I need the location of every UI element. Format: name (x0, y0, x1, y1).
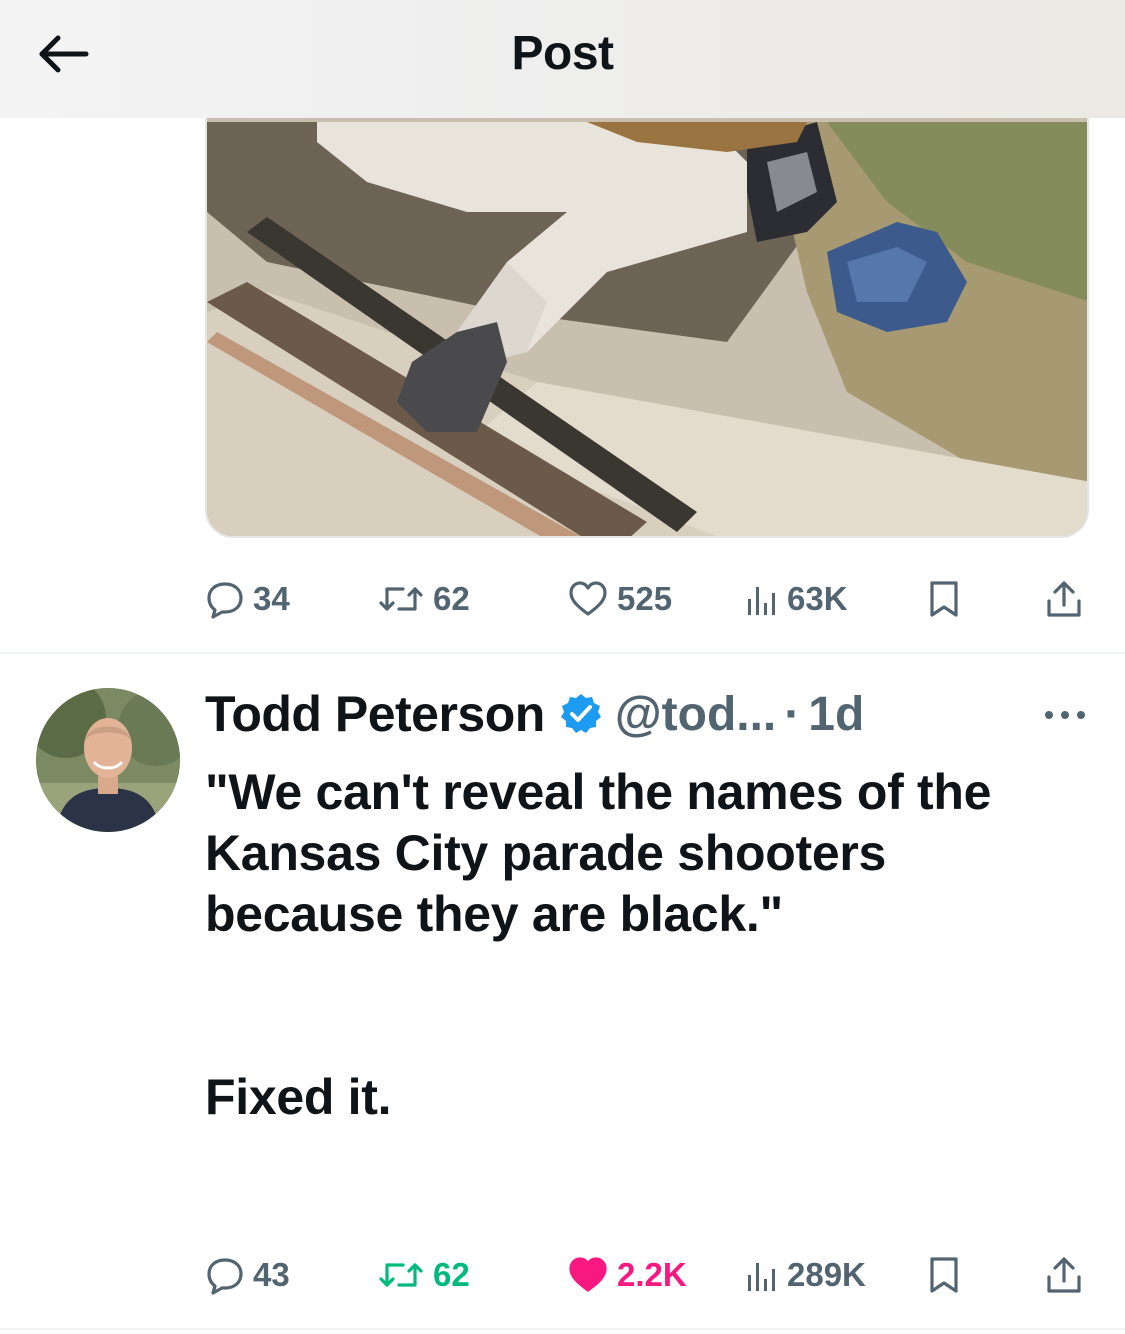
reply-button[interactable]: 34 (205, 579, 290, 619)
bookmark-icon (930, 1257, 958, 1293)
verified-badge-icon[interactable] (559, 692, 603, 736)
first-post-action-bar: 34 62 525 63K (205, 574, 1085, 624)
post-detail-screen: Post 34 62 525 63K Todd Peterson @tod...… (0, 0, 1125, 1334)
post-text-quote: "We can't reveal the names of the Kansas… (205, 764, 992, 942)
share-icon (1047, 581, 1081, 617)
views-button[interactable]: 63K (745, 579, 848, 619)
reply-icon (207, 582, 243, 619)
second-post-action-bar: 43 62 2.2K 289K (205, 1250, 1085, 1300)
share-icon (1047, 1257, 1081, 1293)
reply-icon (207, 1258, 243, 1295)
bookmark-button[interactable] (927, 1255, 961, 1295)
like-button[interactable]: 525 (567, 579, 672, 619)
bookmark-icon (930, 581, 958, 617)
views-button[interactable]: 289K (745, 1255, 866, 1295)
views-count: 289K (787, 1256, 866, 1293)
like-count: 525 (617, 580, 673, 617)
views-icon (748, 1263, 775, 1291)
post-author-row: Todd Peterson @tod... · 1d (205, 682, 1095, 746)
views-icon (748, 587, 775, 615)
photo-illustration (207, 62, 1087, 536)
separator-dot: · (784, 687, 801, 741)
more-options-button[interactable] (1040, 700, 1090, 730)
post-text-fixed: Fixed it. (205, 1069, 392, 1125)
share-button[interactable] (1045, 1255, 1083, 1295)
bookmark-button[interactable] (927, 579, 961, 619)
retweet-count: 62 (433, 580, 470, 617)
author-handle[interactable]: @tod... (615, 687, 776, 742)
page-title: Post (511, 27, 614, 80)
post-time[interactable]: 1d (808, 687, 864, 742)
retweet-icon (379, 1263, 423, 1287)
post-media-image[interactable] (205, 60, 1089, 538)
avatar-photo (36, 688, 180, 832)
share-button[interactable] (1045, 579, 1083, 619)
retweet-icon (379, 587, 423, 611)
more-icon (1045, 711, 1085, 719)
reply-count: 34 (253, 580, 290, 617)
like-count: 2.2K (617, 1256, 687, 1293)
views-count: 63K (787, 580, 848, 617)
avatar[interactable] (36, 688, 180, 832)
reply-count: 43 (253, 1256, 290, 1293)
post-text: "We can't reveal the names of the Kansas… (205, 762, 1085, 1128)
verified-badge-icon-svg (560, 694, 601, 733)
heart-icon (569, 581, 607, 616)
retweet-button[interactable]: 62 (377, 579, 470, 619)
heart-icon (569, 1257, 607, 1292)
post-divider (0, 1328, 1125, 1330)
retweet-count: 62 (433, 1256, 470, 1293)
author-name[interactable]: Todd Peterson (205, 685, 545, 743)
post-divider (0, 652, 1125, 654)
retweet-button[interactable]: 62 (377, 1255, 470, 1295)
like-button[interactable]: 2.2K (567, 1255, 687, 1295)
top-bar: Post (0, 0, 1125, 118)
reply-button[interactable]: 43 (205, 1255, 290, 1295)
